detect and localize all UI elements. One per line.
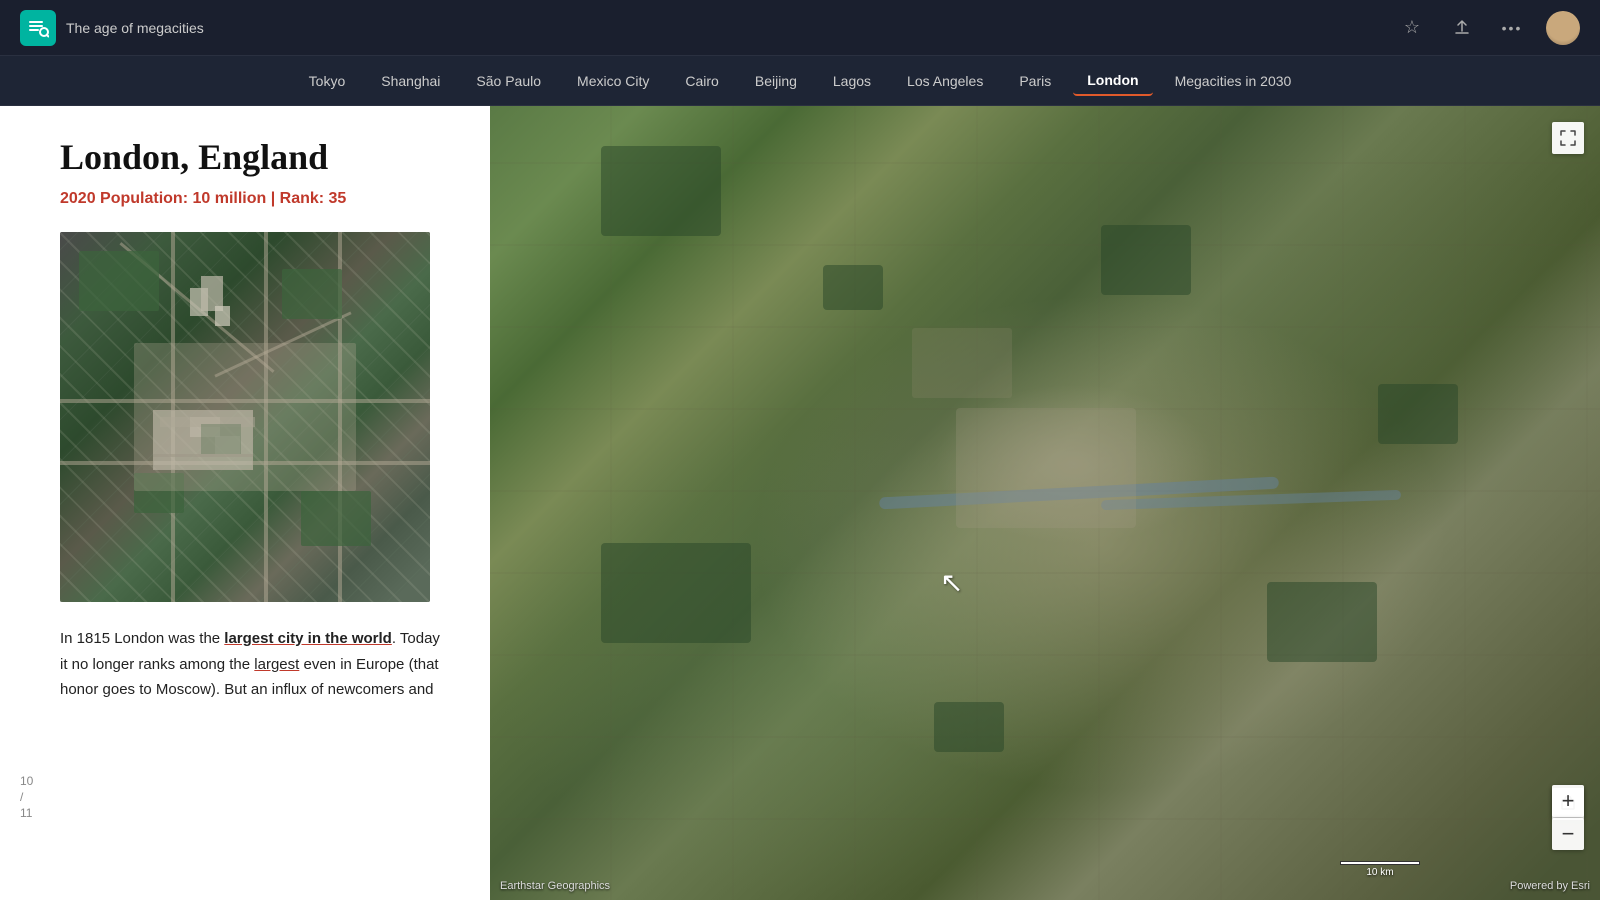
header-right: ☆ ••• bbox=[1396, 11, 1580, 45]
app-header: The age of megacities ☆ ••• bbox=[0, 0, 1600, 56]
nav-item-shanghai[interactable]: Shanghai bbox=[367, 67, 454, 95]
terrain-patch bbox=[1378, 384, 1458, 444]
page-current: 10 bbox=[20, 774, 33, 788]
city-title: London, England bbox=[60, 136, 450, 178]
body-text: In 1815 London was the largest city in t… bbox=[60, 626, 450, 703]
terrain-patch bbox=[1267, 582, 1377, 662]
terrain-patch bbox=[934, 702, 1004, 752]
city-image bbox=[60, 232, 430, 602]
urban-area-north bbox=[912, 328, 1012, 398]
scale-line bbox=[1340, 861, 1420, 865]
nav-item-tokyo[interactable]: Tokyo bbox=[295, 67, 360, 95]
terrain-patch bbox=[1101, 225, 1191, 295]
nav-item-mexicocity[interactable]: Mexico City bbox=[563, 67, 663, 95]
nav-item-saopaulo[interactable]: São Paulo bbox=[462, 67, 555, 95]
map-attribution-left: Earthstar Geographics bbox=[500, 880, 610, 892]
terrain-patch bbox=[823, 265, 883, 310]
scale-label: 10 km bbox=[1366, 867, 1393, 878]
page-total: 11 bbox=[20, 806, 33, 820]
zoom-out-button[interactable]: − bbox=[1552, 818, 1584, 850]
map-zoom-controls: + − bbox=[1552, 785, 1584, 850]
nav-item-cairo[interactable]: Cairo bbox=[671, 67, 732, 95]
body-text-intro: In 1815 London was the bbox=[60, 630, 224, 647]
bookmark-button[interactable]: ☆ bbox=[1396, 12, 1428, 44]
header-left: The age of megacities bbox=[20, 10, 204, 46]
navigation-bar: Tokyo Shanghai São Paulo Mexico City Cai… bbox=[0, 56, 1600, 106]
map-panel[interactable]: ↖ + − bbox=[490, 106, 1600, 900]
nav-item-lagos[interactable]: Lagos bbox=[819, 67, 885, 95]
map-attribution: Powered by Esri bbox=[1510, 880, 1590, 892]
urban-area bbox=[956, 408, 1136, 528]
share-button[interactable] bbox=[1446, 12, 1478, 44]
main-content: 10 / 11 London, England 2020 Population:… bbox=[0, 106, 1600, 900]
more-options-button[interactable]: ••• bbox=[1496, 12, 1528, 44]
nav-item-megacities2030[interactable]: Megacities in 2030 bbox=[1161, 67, 1306, 95]
terrain-patch bbox=[601, 146, 721, 236]
nav-item-losangeles[interactable]: Los Angeles bbox=[893, 67, 997, 95]
scale-bar: 10 km bbox=[1340, 861, 1420, 878]
body-text-highlight: largest city in the world bbox=[224, 630, 392, 647]
nav-item-paris[interactable]: Paris bbox=[1005, 67, 1065, 95]
population-info: 2020 Population: 10 million | Rank: 35 bbox=[60, 190, 450, 208]
city-info-panel: 10 / 11 London, England 2020 Population:… bbox=[0, 106, 490, 900]
app-logo[interactable] bbox=[20, 10, 56, 46]
map-controls-top bbox=[1552, 122, 1584, 154]
zoom-in-button[interactable]: + bbox=[1552, 785, 1584, 817]
page-numbers: 10 / 11 bbox=[20, 774, 33, 820]
app-title: The age of megacities bbox=[66, 20, 204, 36]
terrain-patch bbox=[601, 543, 751, 643]
page-divider: / bbox=[20, 790, 33, 804]
map-view[interactable]: ↖ + − bbox=[490, 106, 1600, 900]
map-expand-button[interactable] bbox=[1552, 122, 1584, 154]
nav-item-beijing[interactable]: Beijing bbox=[741, 67, 811, 95]
avatar[interactable] bbox=[1546, 11, 1580, 45]
nav-item-london[interactable]: London bbox=[1073, 66, 1152, 96]
